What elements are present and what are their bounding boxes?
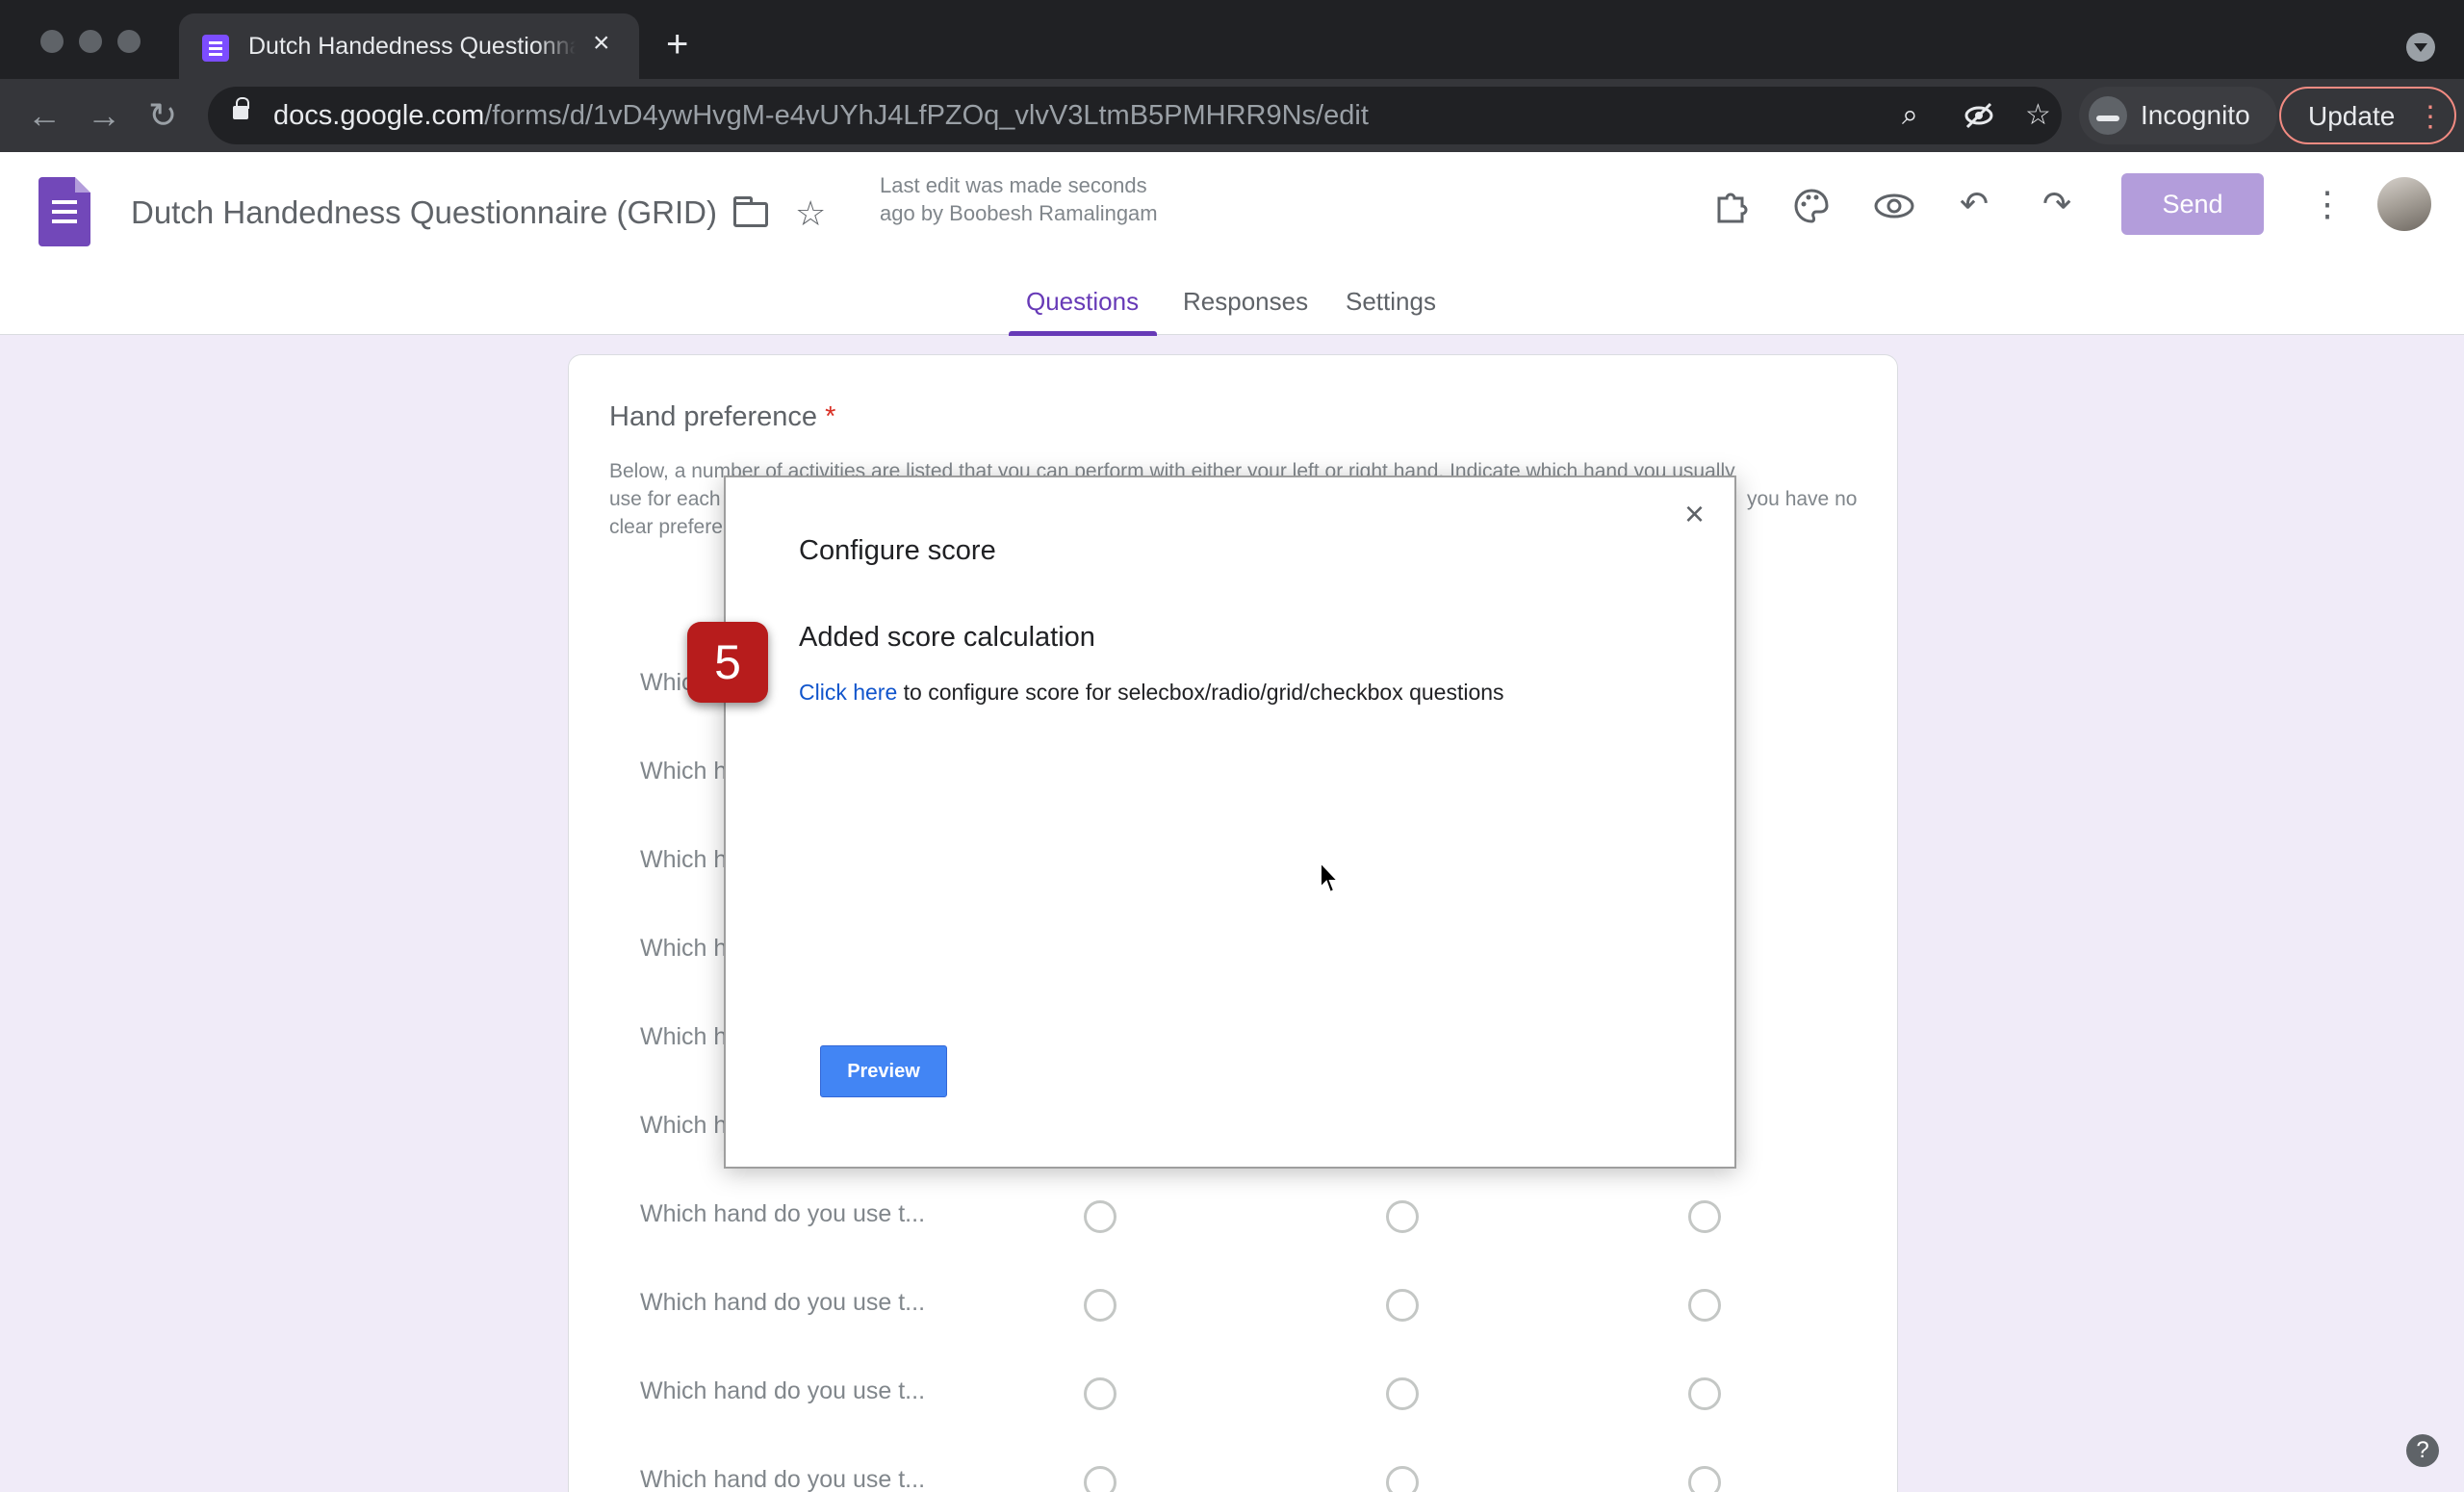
grid-radio-option[interactable] bbox=[1084, 1289, 1116, 1322]
grid-radio-option[interactable] bbox=[1688, 1200, 1721, 1233]
grid-radio-option[interactable] bbox=[1688, 1377, 1721, 1410]
addons-icon[interactable] bbox=[1711, 187, 1750, 225]
grid-row-label: Which hand do you use t... bbox=[640, 1289, 926, 1316]
send-button[interactable]: Send bbox=[2121, 173, 2264, 235]
grid-row-label: Which hand do you use t... bbox=[640, 1377, 926, 1404]
tab-responses[interactable]: Responses bbox=[1183, 287, 1308, 317]
forward-icon[interactable]: → bbox=[87, 96, 121, 135]
url-path: /forms/d/1vD4ywHvgM-e4vUYhJ4LfPZOq_vlvV3… bbox=[484, 100, 1369, 131]
update-label: Update bbox=[2308, 101, 2396, 131]
grid-radio-option[interactable] bbox=[1386, 1289, 1419, 1322]
preview-eye-icon[interactable] bbox=[1873, 187, 1915, 225]
form-tabs: Questions Responses Settings bbox=[0, 285, 2464, 336]
active-tab-indicator bbox=[1009, 331, 1157, 336]
star-icon[interactable]: ☆ bbox=[795, 194, 826, 233]
tab-questions[interactable]: Questions bbox=[1026, 287, 1139, 317]
tab-title: Dutch Handedness Questionnaire (GRID) bbox=[248, 33, 576, 61]
grid-radio-option[interactable] bbox=[1084, 1377, 1116, 1410]
redo-icon[interactable]: ↷ bbox=[2042, 185, 2071, 223]
help-icon[interactable]: ? bbox=[2406, 1434, 2439, 1467]
zoom-icon[interactable]: ⌕ bbox=[1902, 100, 1918, 131]
folder-icon[interactable] bbox=[733, 196, 768, 227]
tab-strip: Dutch Handedness Questionnaire (GRID) × … bbox=[0, 0, 2464, 79]
grid-row-label: Which hand do you use t... bbox=[640, 1200, 926, 1227]
browser-tab-active[interactable]: Dutch Handedness Questionnaire (GRID) × bbox=[179, 13, 639, 79]
grid-row: Which hand do you use t... bbox=[569, 1453, 1899, 1492]
grid-row: Which hand do you use t... bbox=[569, 1275, 1899, 1333]
bookmark-star-icon[interactable]: ☆ bbox=[2025, 100, 2051, 131]
browser-toolbar: ← → ↻ docs.google.com/forms/d/1vD4ywHvgM… bbox=[0, 79, 2464, 152]
window-minimize-button[interactable] bbox=[79, 30, 102, 53]
tab-search-icon[interactable] bbox=[2406, 33, 2435, 62]
back-icon[interactable]: ← bbox=[27, 96, 62, 135]
tab-settings[interactable]: Settings bbox=[1346, 287, 1436, 317]
grid-row: Which hand do you use t... bbox=[569, 1187, 1899, 1245]
forms-header: Dutch Handedness Questionnaire (GRID) ☆ … bbox=[0, 152, 2464, 336]
grid-radio-option[interactable] bbox=[1386, 1466, 1419, 1492]
browser-menu-icon: ⋮ bbox=[2416, 101, 2445, 133]
grid-radio-option[interactable] bbox=[1386, 1377, 1419, 1410]
address-bar[interactable]: docs.google.com/forms/d/1vD4ywHvgM-e4vUY… bbox=[208, 87, 2062, 144]
incognito-label: Incognito bbox=[2141, 100, 2250, 130]
question-title[interactable]: Hand preference * bbox=[609, 401, 835, 433]
window-close-button[interactable] bbox=[40, 30, 64, 53]
new-tab-icon[interactable]: + bbox=[666, 25, 688, 64]
url-text: docs.google.com/forms/d/1vD4ywHvgM-e4vUY… bbox=[273, 100, 1369, 132]
grid-row-label: Which h bbox=[640, 1023, 728, 1050]
dialog-heading: Added score calculation bbox=[799, 622, 1095, 653]
palette-icon[interactable] bbox=[1792, 187, 1831, 225]
step-number-badge: 5 bbox=[687, 622, 768, 703]
reload-icon[interactable]: ↻ bbox=[148, 96, 177, 135]
dialog-close-icon[interactable]: × bbox=[1684, 497, 1705, 531]
description-line: use for each bbox=[609, 488, 721, 510]
dialog-title: Configure score bbox=[799, 535, 996, 566]
lock-icon[interactable] bbox=[233, 97, 249, 119]
browser-window: Dutch Handedness Questionnaire (GRID) × … bbox=[0, 0, 2464, 1492]
grid-radio-option[interactable] bbox=[1084, 1466, 1116, 1492]
grid-radio-option[interactable] bbox=[1688, 1466, 1721, 1492]
window-zoom-button[interactable] bbox=[117, 30, 141, 53]
question-title-text: Hand preference bbox=[609, 401, 818, 432]
grid-row-label: Which h bbox=[640, 846, 728, 873]
incognito-indicator[interactable]: Incognito bbox=[2079, 87, 2277, 144]
grid-row-label: Which h bbox=[640, 935, 728, 962]
incognito-icon bbox=[2089, 96, 2127, 135]
google-forms-favicon-icon bbox=[202, 35, 229, 62]
grid-row-label: Whic bbox=[640, 669, 694, 696]
click-here-link[interactable]: Click here bbox=[799, 680, 897, 705]
more-options-icon[interactable]: ⋮ bbox=[2310, 185, 2345, 223]
eye-slash-icon[interactable] bbox=[1964, 100, 1994, 131]
configure-score-dialog: × Configure score Added score calculatio… bbox=[724, 476, 1736, 1169]
description-line: you have no bbox=[1747, 488, 1858, 510]
grid-row-label: Which hand do you use t... bbox=[640, 1466, 926, 1492]
update-button[interactable]: Update ⋮ bbox=[2279, 87, 2456, 144]
form-title[interactable]: Dutch Handedness Questionnaire (GRID) bbox=[131, 194, 717, 231]
dialog-instruction-text: to configure score for selecbox/radio/gr… bbox=[897, 680, 1504, 705]
required-asterisk: * bbox=[825, 401, 836, 432]
url-domain: docs.google.com bbox=[273, 100, 485, 131]
grid-radio-option[interactable] bbox=[1688, 1289, 1721, 1322]
grid-radio-option[interactable] bbox=[1084, 1200, 1116, 1233]
dialog-instruction: Click here to configure score for selecb… bbox=[799, 680, 1504, 706]
last-edit-status[interactable]: Last edit was made seconds ago by Boobes… bbox=[880, 171, 1188, 227]
grid-row-label: Which h bbox=[640, 758, 728, 785]
avatar[interactable] bbox=[2377, 177, 2431, 231]
google-forms-logo-icon[interactable] bbox=[38, 177, 90, 246]
mouse-cursor-icon bbox=[1319, 860, 1342, 895]
preview-button[interactable]: Preview bbox=[820, 1045, 947, 1097]
grid-row-label: Which h bbox=[640, 1112, 728, 1139]
grid-radio-option[interactable] bbox=[1386, 1200, 1419, 1233]
grid-row: Which hand do you use t... bbox=[569, 1364, 1899, 1422]
undo-icon[interactable]: ↶ bbox=[1960, 185, 1989, 223]
tab-close-icon[interactable]: × bbox=[593, 29, 610, 58]
